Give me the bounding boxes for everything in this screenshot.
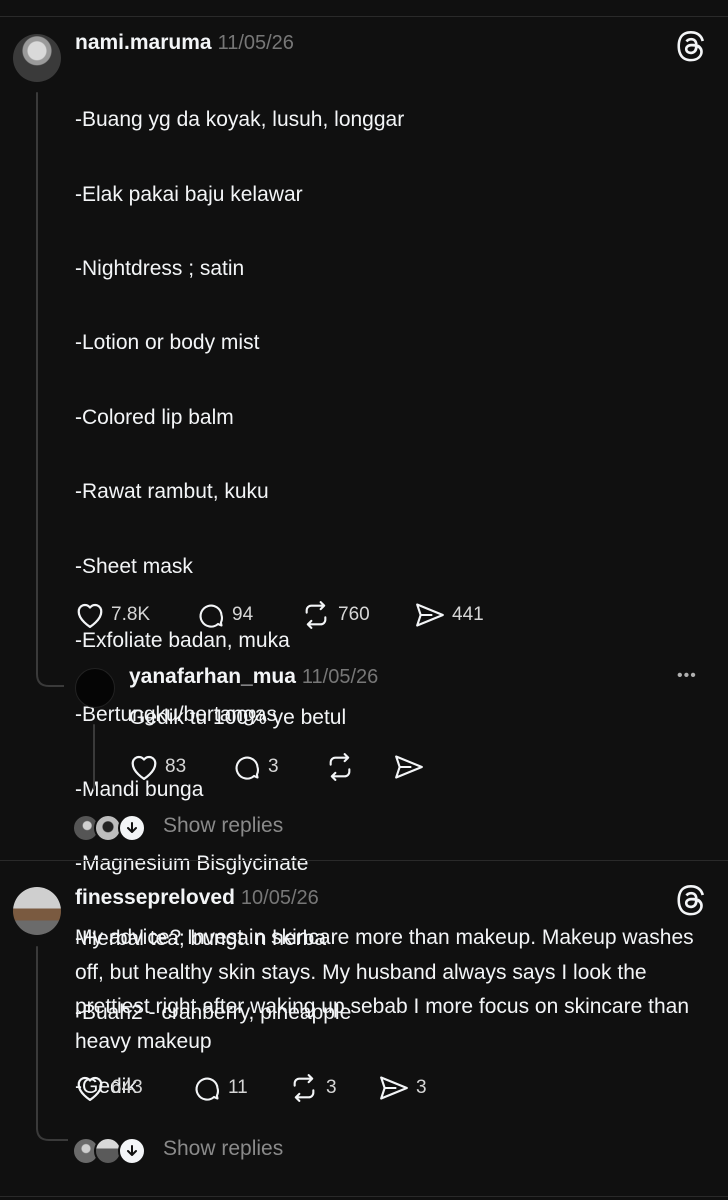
repost-button[interactable]: 760 — [300, 601, 370, 629]
username-text[interactable]: finessepreloved — [75, 886, 235, 909]
share-button[interactable] — [393, 753, 425, 781]
like-count: 83 — [165, 756, 187, 777]
post-body: My advice? Invest in skincare more than … — [75, 926, 694, 1053]
reply-username[interactable]: yanafarhan_mua 11/05/26 — [129, 665, 378, 689]
post-username[interactable]: finessepreloved 10/05/26 — [75, 886, 319, 910]
speech-bubble-icon — [235, 756, 259, 780]
share-button[interactable]: 441 — [414, 601, 484, 629]
like-count: 643 — [111, 1077, 143, 1098]
thread-line — [93, 724, 95, 790]
repost-icon — [305, 601, 327, 629]
post-divider — [0, 860, 728, 861]
list-item: -Nightdress ; satin — [75, 257, 245, 281]
show-replies-label[interactable]: Show replies — [163, 1137, 283, 1161]
threads-logo-icon[interactable] — [676, 30, 706, 62]
arrow-down-icon — [118, 814, 146, 842]
bottom-divider — [0, 1196, 728, 1197]
repost-icon — [329, 753, 351, 781]
heart-icon — [77, 1076, 103, 1101]
list-item: -Exfoliate badan, muka — [75, 629, 290, 653]
arrow-down-icon — [118, 1137, 146, 1165]
repost-button[interactable]: 3 — [288, 1074, 337, 1102]
list-item: -Lotion or body mist — [75, 331, 260, 355]
like-button[interactable]: 7.8K — [75, 601, 150, 629]
post-username[interactable]: nami.maruma 11/05/26 — [75, 31, 294, 55]
list-item: -Magnesium Bisglycinate — [75, 852, 309, 876]
send-icon — [380, 1076, 408, 1100]
top-divider — [0, 16, 728, 17]
share-count: 441 — [452, 604, 484, 625]
threads-logo-icon[interactable] — [676, 884, 706, 916]
comment-count: 94 — [232, 604, 254, 625]
send-icon — [395, 755, 423, 779]
like-button[interactable]: 83 — [129, 753, 186, 781]
username-text[interactable]: nami.maruma — [75, 31, 212, 54]
heart-icon — [77, 603, 103, 628]
avatar[interactable] — [13, 34, 61, 82]
heart-icon — [131, 755, 157, 780]
comment-button[interactable]: 94 — [196, 601, 253, 629]
post-date: 10/05/26 — [240, 887, 319, 909]
thread-line — [36, 946, 38, 1130]
reply-body: Gedik tu 100% ye betul — [129, 706, 347, 729]
list-item: -Elak pakai baju kelawar — [75, 182, 303, 206]
username-text[interactable]: yanafarhan_mua — [129, 665, 296, 688]
comment-button[interactable]: 3 — [232, 753, 279, 781]
like-button[interactable]: 643 — [75, 1074, 143, 1102]
post-date: 11/05/26 — [217, 32, 294, 54]
speech-bubble-icon — [199, 604, 223, 628]
comment-count: 3 — [268, 756, 279, 777]
repost-button[interactable] — [324, 753, 356, 781]
show-replies-label[interactable]: Show replies — [163, 814, 283, 838]
thread-curve — [36, 1124, 68, 1141]
share-count: 3 — [416, 1077, 427, 1098]
reply-date: 11/05/26 — [301, 666, 379, 688]
list-item: -Buang yg da koyak, lusuh, longgar — [75, 108, 405, 132]
share-button[interactable]: 3 — [378, 1074, 427, 1102]
send-icon — [416, 603, 444, 627]
like-count: 7.8K — [111, 604, 151, 625]
thread-line — [36, 92, 38, 674]
list-item: -Rawat rambut, kuku — [75, 480, 269, 504]
list-item: -Sheet mask — [75, 554, 193, 578]
repost-count: 760 — [338, 604, 370, 625]
speech-bubble-icon — [195, 1077, 219, 1101]
avatar[interactable] — [75, 668, 115, 708]
repost-icon — [293, 1074, 315, 1102]
comment-count: 11 — [228, 1077, 248, 1098]
list-item: -Colored lip balm — [75, 405, 234, 429]
avatar[interactable] — [13, 887, 61, 935]
more-dots-icon[interactable]: ••• — [677, 667, 697, 685]
comment-button[interactable]: 11 — [192, 1074, 248, 1102]
thread-curve — [36, 666, 64, 687]
repost-count: 3 — [326, 1077, 337, 1098]
